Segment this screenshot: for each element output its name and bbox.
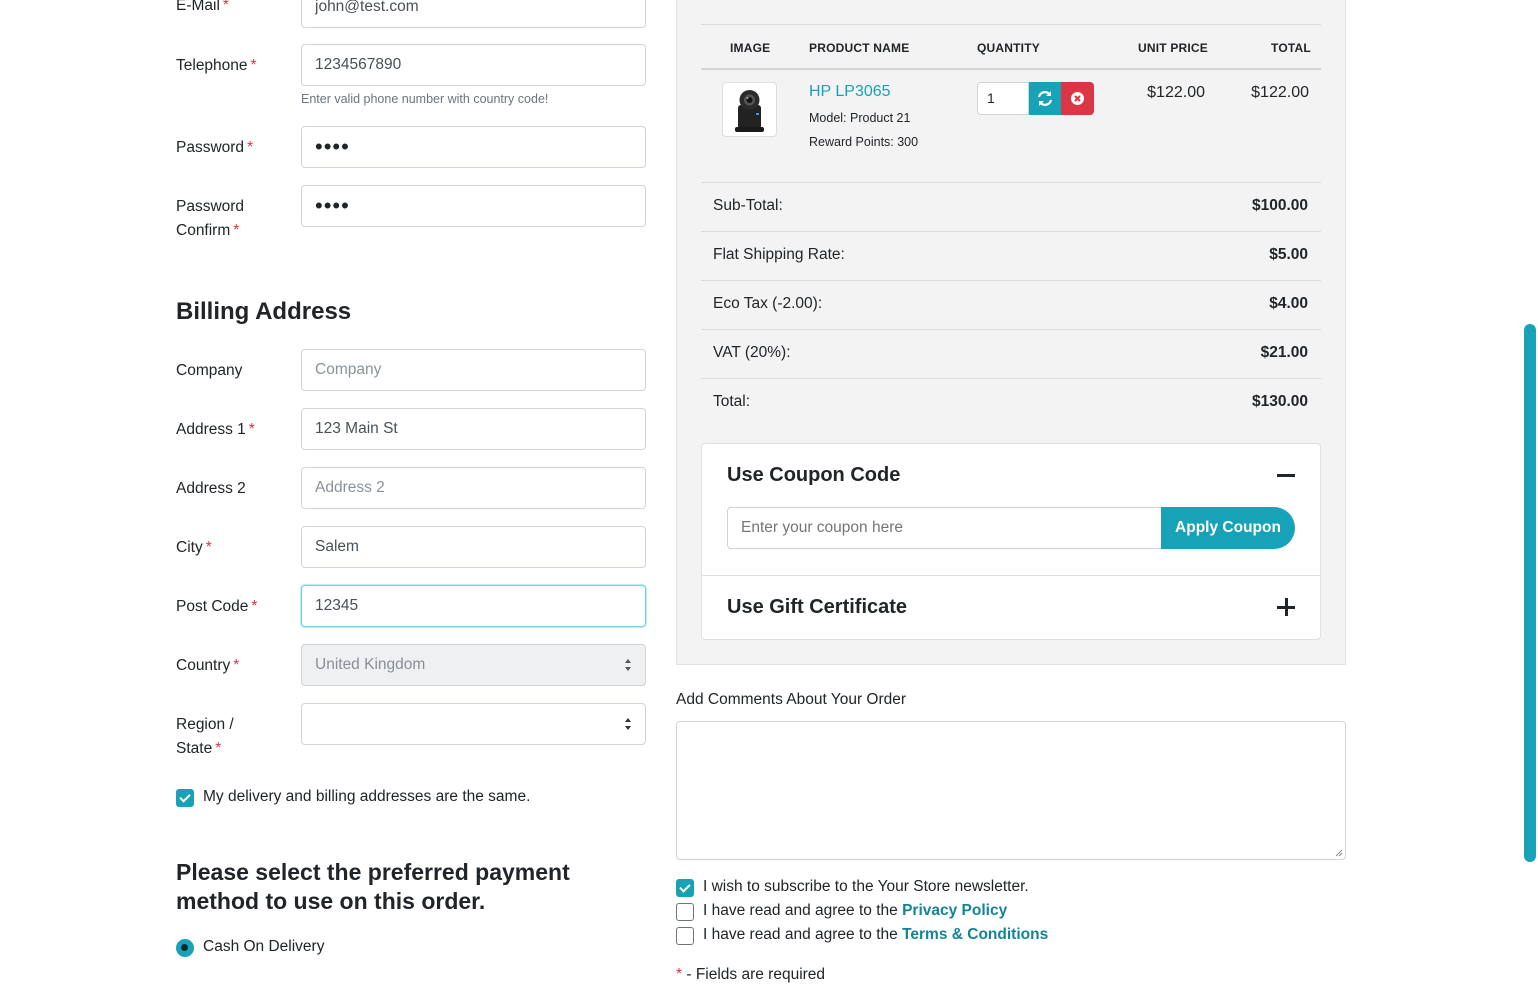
shipping-value: $5.00: [1269, 246, 1308, 263]
total-value: $130.00: [1251, 393, 1308, 410]
required-fields-note: * - Fields are required: [676, 966, 826, 983]
divider: [701, 378, 1321, 379]
product-thumbnail[interactable]: [722, 82, 777, 137]
divider: [701, 68, 1321, 70]
password-confirm-label: Password Confirm *: [176, 198, 245, 239]
city-field[interactable]: [301, 526, 646, 568]
eco-tax-value: $4.00: [1269, 295, 1308, 312]
unit-price: $122.00: [1147, 84, 1205, 101]
subtotal-label: Sub-Total:: [713, 197, 783, 214]
billing-address-title: Billing Address: [176, 298, 352, 325]
same-address-checkbox[interactable]: [176, 789, 194, 807]
newsletter-checkbox[interactable]: [676, 879, 694, 897]
postcode-field[interactable]: [301, 585, 646, 627]
select-arrows-icon: [625, 659, 631, 671]
terms-checkbox[interactable]: [676, 927, 694, 945]
city-label: City *: [176, 539, 212, 556]
address1-label: Address 1 *: [176, 421, 255, 438]
address2-field[interactable]: [301, 467, 646, 509]
comments-label: Add Comments About Your Order: [676, 691, 907, 708]
subtotal-value: $100.00: [1251, 197, 1308, 214]
country-select-value: United Kingdom: [315, 656, 426, 673]
terms-conditions-link[interactable]: Terms & Conditions: [902, 926, 1048, 943]
resize-handle-icon[interactable]: [1334, 848, 1343, 857]
divider: [701, 24, 1321, 25]
telephone-field[interactable]: [301, 44, 646, 86]
divider: [701, 329, 1321, 330]
country-select[interactable]: United Kingdom: [301, 644, 646, 686]
divider: [701, 182, 1321, 183]
remove-item-button[interactable]: [1061, 82, 1094, 115]
divider: [702, 575, 1320, 576]
payment-option-label: Cash On Delivery: [203, 938, 325, 955]
vat-label: VAT (20%):: [713, 344, 791, 361]
shipping-label: Flat Shipping Rate:: [713, 246, 845, 263]
region-label: Region / State *: [176, 716, 234, 757]
email-label: E-Mail *: [176, 0, 229, 14]
region-select[interactable]: [301, 703, 646, 745]
terms-label: I have read and agree to the Terms & Con…: [703, 926, 1049, 943]
product-reward-points: Reward Points: 300: [809, 135, 919, 149]
col-header-total: TOTAL: [1271, 41, 1311, 55]
payment-radio-cod[interactable]: [176, 939, 194, 957]
coupon-accordion-title[interactable]: Use Coupon Code: [727, 464, 900, 487]
col-header-product: PRODUCT NAME: [809, 41, 910, 55]
camera-image-icon: [735, 90, 764, 132]
divider: [701, 280, 1321, 281]
telephone-help-text: Enter valid phone number with country co…: [301, 92, 549, 106]
product-model: Model: Product 21: [809, 111, 911, 125]
product-name-link[interactable]: HP LP3065: [809, 83, 891, 101]
newsletter-label: I wish to subscribe to the Your Store ne…: [703, 878, 1029, 895]
address2-label: Address 2: [176, 480, 246, 497]
password-field[interactable]: ••••: [301, 126, 646, 168]
col-header-quantity: QUANTITY: [977, 41, 1040, 55]
total-label: Total:: [713, 393, 751, 410]
payment-method-title: Please select the preferred payment meth…: [176, 859, 570, 914]
divider: [701, 231, 1321, 232]
address1-field[interactable]: [301, 408, 646, 450]
select-arrows-icon: [625, 718, 631, 730]
item-total: $122.00: [1251, 84, 1309, 101]
scrollbar-thumb[interactable]: [1524, 324, 1536, 862]
country-label: Country *: [176, 657, 240, 674]
quantity-input[interactable]: 1: [977, 82, 1029, 115]
privacy-label: I have read and agree to the Privacy Pol…: [703, 902, 1008, 919]
col-header-unit-price: UNIT PRICE: [1138, 41, 1209, 55]
col-header-image: IMAGE: [730, 41, 771, 55]
privacy-policy-link[interactable]: Privacy Policy: [902, 902, 1007, 919]
minus-icon[interactable]: [1277, 474, 1295, 477]
update-quantity-button[interactable]: [1029, 82, 1061, 115]
email-field[interactable]: [301, 0, 646, 28]
vat-value: $21.00: [1260, 344, 1308, 361]
same-address-label: My delivery and billing addresses are th…: [203, 788, 531, 805]
coupon-input[interactable]: [727, 507, 1163, 549]
telephone-label: Telephone *: [176, 57, 257, 74]
company-label: Company: [176, 362, 243, 379]
eco-tax-label: Eco Tax (-2.00):: [713, 295, 823, 312]
password-confirm-field[interactable]: ••••: [301, 185, 646, 227]
comments-textarea[interactable]: [676, 721, 1346, 860]
gift-certificate-accordion-title[interactable]: Use Gift Certificate: [727, 596, 907, 619]
password-label: Password *: [176, 139, 254, 156]
apply-coupon-button[interactable]: Apply Coupon: [1161, 507, 1295, 549]
close-circle-icon: [1071, 92, 1084, 105]
plus-icon[interactable]: [1277, 598, 1295, 616]
refresh-icon: [1037, 91, 1053, 106]
postcode-label: Post Code *: [176, 598, 258, 615]
company-field[interactable]: [301, 349, 646, 391]
privacy-checkbox[interactable]: [676, 903, 694, 921]
